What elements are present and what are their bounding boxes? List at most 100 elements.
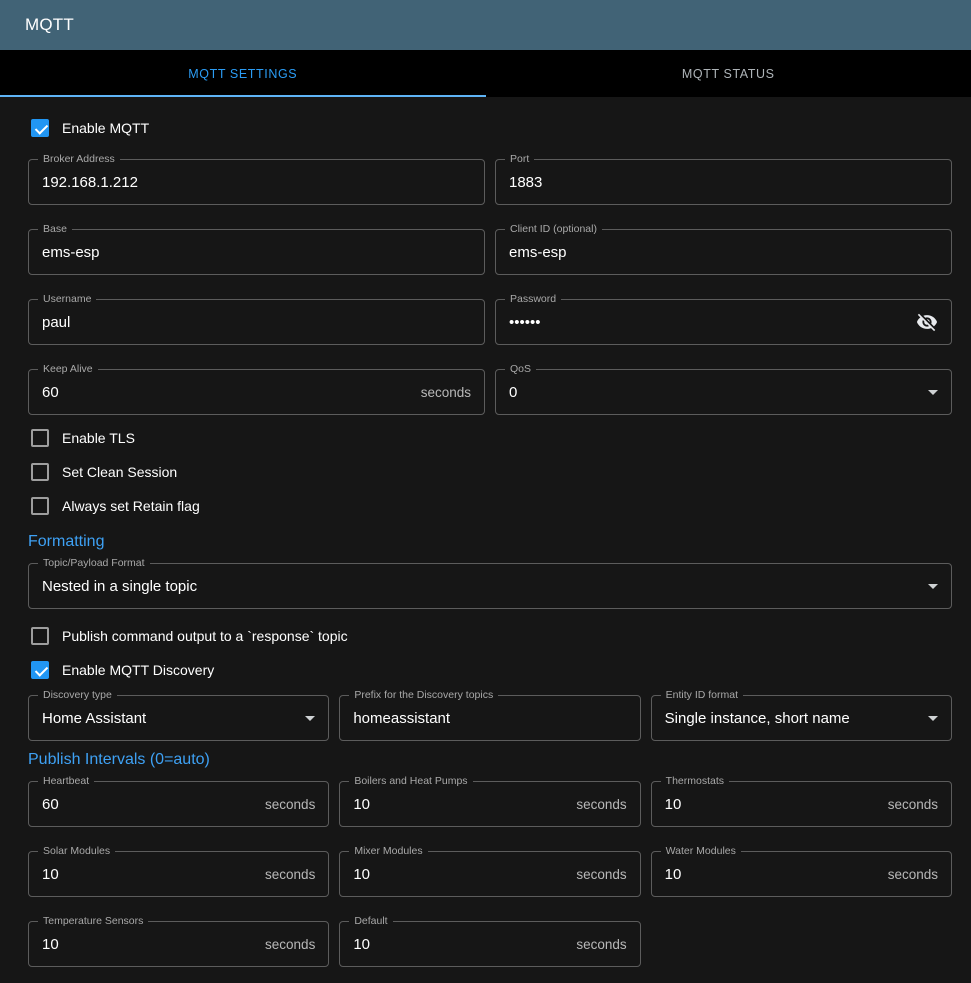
enable-discovery-label: Enable MQTT Discovery: [62, 662, 214, 678]
chevron-down-icon: [928, 390, 938, 395]
temperature-sensors-interval-label: Temperature Sensors: [38, 915, 148, 927]
default-interval-field: Default seconds: [339, 921, 640, 967]
solar-interval-input[interactable]: [42, 866, 257, 883]
temperature-sensors-interval-input[interactable]: [42, 936, 257, 953]
password-field: Password: [495, 299, 952, 345]
intervals-row-1: Heartbeat seconds Boilers and Heat Pumps…: [28, 781, 952, 827]
clean-session-checkbox[interactable]: [31, 463, 49, 481]
mqtt-settings-form: Enable MQTT Broker Address Port Base Cli…: [0, 97, 971, 967]
thermostats-interval-input[interactable]: [665, 796, 880, 813]
broker-port-row: Broker Address Port: [28, 159, 952, 205]
chevron-down-icon: [928, 584, 938, 589]
clean-session-label: Set Clean Session: [62, 464, 177, 480]
entity-id-format-label: Entity ID format: [661, 689, 743, 701]
boilers-interval-suffix: seconds: [576, 797, 626, 812]
base-input[interactable]: [42, 244, 471, 261]
heartbeat-interval-input[interactable]: [42, 796, 257, 813]
keepalive-qos-row: Keep Alive seconds QoS 0: [28, 369, 952, 415]
port-field: Port: [495, 159, 952, 205]
publish-response-checkbox[interactable]: [31, 627, 49, 645]
client-id-label: Client ID (optional): [505, 223, 602, 235]
enable-mqtt-checkbox-row[interactable]: Enable MQTT: [28, 111, 149, 145]
qos-label: QoS: [505, 363, 536, 375]
qos-value: 0: [509, 384, 920, 401]
enable-tls-checkbox-row[interactable]: Enable TLS: [28, 421, 135, 455]
tab-mqtt-settings[interactable]: MQTT SETTINGS: [0, 50, 486, 97]
discovery-type-value: Home Assistant: [42, 710, 297, 727]
qos-select[interactable]: QoS 0: [495, 369, 952, 415]
chevron-down-icon: [928, 716, 938, 721]
heartbeat-interval-suffix: seconds: [265, 797, 315, 812]
tab-mqtt-settings-label: MQTT SETTINGS: [188, 67, 297, 81]
mixer-interval-field: Mixer Modules seconds: [339, 851, 640, 897]
format-row: Topic/Payload Format Nested in a single …: [28, 563, 952, 609]
formatting-section-title: Formatting: [28, 533, 952, 551]
keep-alive-field: Keep Alive seconds: [28, 369, 485, 415]
retain-flag-label: Always set Retain flag: [62, 498, 200, 514]
discovery-prefix-label: Prefix for the Discovery topics: [349, 689, 498, 701]
heartbeat-interval-label: Heartbeat: [38, 775, 94, 787]
retain-flag-checkbox[interactable]: [31, 497, 49, 515]
username-input[interactable]: [42, 314, 471, 331]
discovery-type-label: Discovery type: [38, 689, 117, 701]
keep-alive-suffix: seconds: [421, 385, 471, 400]
visibility-off-icon[interactable]: [916, 311, 938, 333]
heartbeat-interval-field: Heartbeat seconds: [28, 781, 329, 827]
water-interval-label: Water Modules: [661, 845, 741, 857]
tab-bar: MQTT SETTINGS MQTT STATUS: [0, 50, 971, 97]
enable-discovery-checkbox[interactable]: [31, 661, 49, 679]
boilers-interval-label: Boilers and Heat Pumps: [349, 775, 472, 787]
publish-response-label: Publish command output to a `response` t…: [62, 628, 348, 644]
entity-id-format-value: Single instance, short name: [665, 710, 920, 727]
username-field: Username: [28, 299, 485, 345]
water-interval-field: Water Modules seconds: [651, 851, 952, 897]
broker-address-input[interactable]: [42, 174, 471, 191]
base-clientid-row: Base Client ID (optional): [28, 229, 952, 275]
thermostats-interval-field: Thermostats seconds: [651, 781, 952, 827]
boilers-interval-input[interactable]: [353, 796, 568, 813]
discovery-row: Discovery type Home Assistant Prefix for…: [28, 695, 952, 741]
username-label: Username: [38, 293, 96, 305]
keep-alive-label: Keep Alive: [38, 363, 98, 375]
credentials-row: Username Password: [28, 299, 952, 345]
discovery-prefix-field: Prefix for the Discovery topics: [339, 695, 640, 741]
thermostats-interval-label: Thermostats: [661, 775, 729, 787]
default-interval-input[interactable]: [353, 936, 568, 953]
topic-payload-format-select[interactable]: Topic/Payload Format Nested in a single …: [28, 563, 952, 609]
enable-tls-label: Enable TLS: [62, 430, 135, 446]
enable-discovery-checkbox-row[interactable]: Enable MQTT Discovery: [28, 653, 214, 687]
entity-id-format-select[interactable]: Entity ID format Single instance, short …: [651, 695, 952, 741]
mixer-interval-suffix: seconds: [576, 867, 626, 882]
broker-address-label: Broker Address: [38, 153, 120, 165]
enable-tls-checkbox[interactable]: [31, 429, 49, 447]
solar-interval-label: Solar Modules: [38, 845, 115, 857]
discovery-type-select[interactable]: Discovery type Home Assistant: [28, 695, 329, 741]
mixer-interval-input[interactable]: [353, 866, 568, 883]
password-label: Password: [505, 293, 561, 305]
solar-interval-suffix: seconds: [265, 867, 315, 882]
publish-response-checkbox-row[interactable]: Publish command output to a `response` t…: [28, 619, 348, 653]
clean-session-checkbox-row[interactable]: Set Clean Session: [28, 455, 177, 489]
water-interval-input[interactable]: [665, 866, 880, 883]
broker-address-field: Broker Address: [28, 159, 485, 205]
port-input[interactable]: [509, 174, 938, 191]
base-field: Base: [28, 229, 485, 275]
retain-flag-checkbox-row[interactable]: Always set Retain flag: [28, 489, 200, 523]
mixer-interval-label: Mixer Modules: [349, 845, 427, 857]
temperature-sensors-interval-field: Temperature Sensors seconds: [28, 921, 329, 967]
tab-mqtt-status[interactable]: MQTT STATUS: [486, 50, 971, 97]
chevron-down-icon: [305, 716, 315, 721]
port-label: Port: [505, 153, 534, 165]
discovery-prefix-input[interactable]: [353, 710, 626, 727]
temperature-sensors-interval-suffix: seconds: [265, 937, 315, 952]
tab-mqtt-status-label: MQTT STATUS: [682, 67, 775, 81]
solar-interval-field: Solar Modules seconds: [28, 851, 329, 897]
client-id-field: Client ID (optional): [495, 229, 952, 275]
default-interval-suffix: seconds: [576, 937, 626, 952]
password-input[interactable]: [509, 314, 908, 331]
keep-alive-input[interactable]: [42, 384, 413, 401]
enable-mqtt-checkbox[interactable]: [31, 119, 49, 137]
intervals-row-2: Solar Modules seconds Mixer Modules seco…: [28, 851, 952, 897]
water-interval-suffix: seconds: [888, 867, 938, 882]
client-id-input[interactable]: [509, 244, 938, 261]
